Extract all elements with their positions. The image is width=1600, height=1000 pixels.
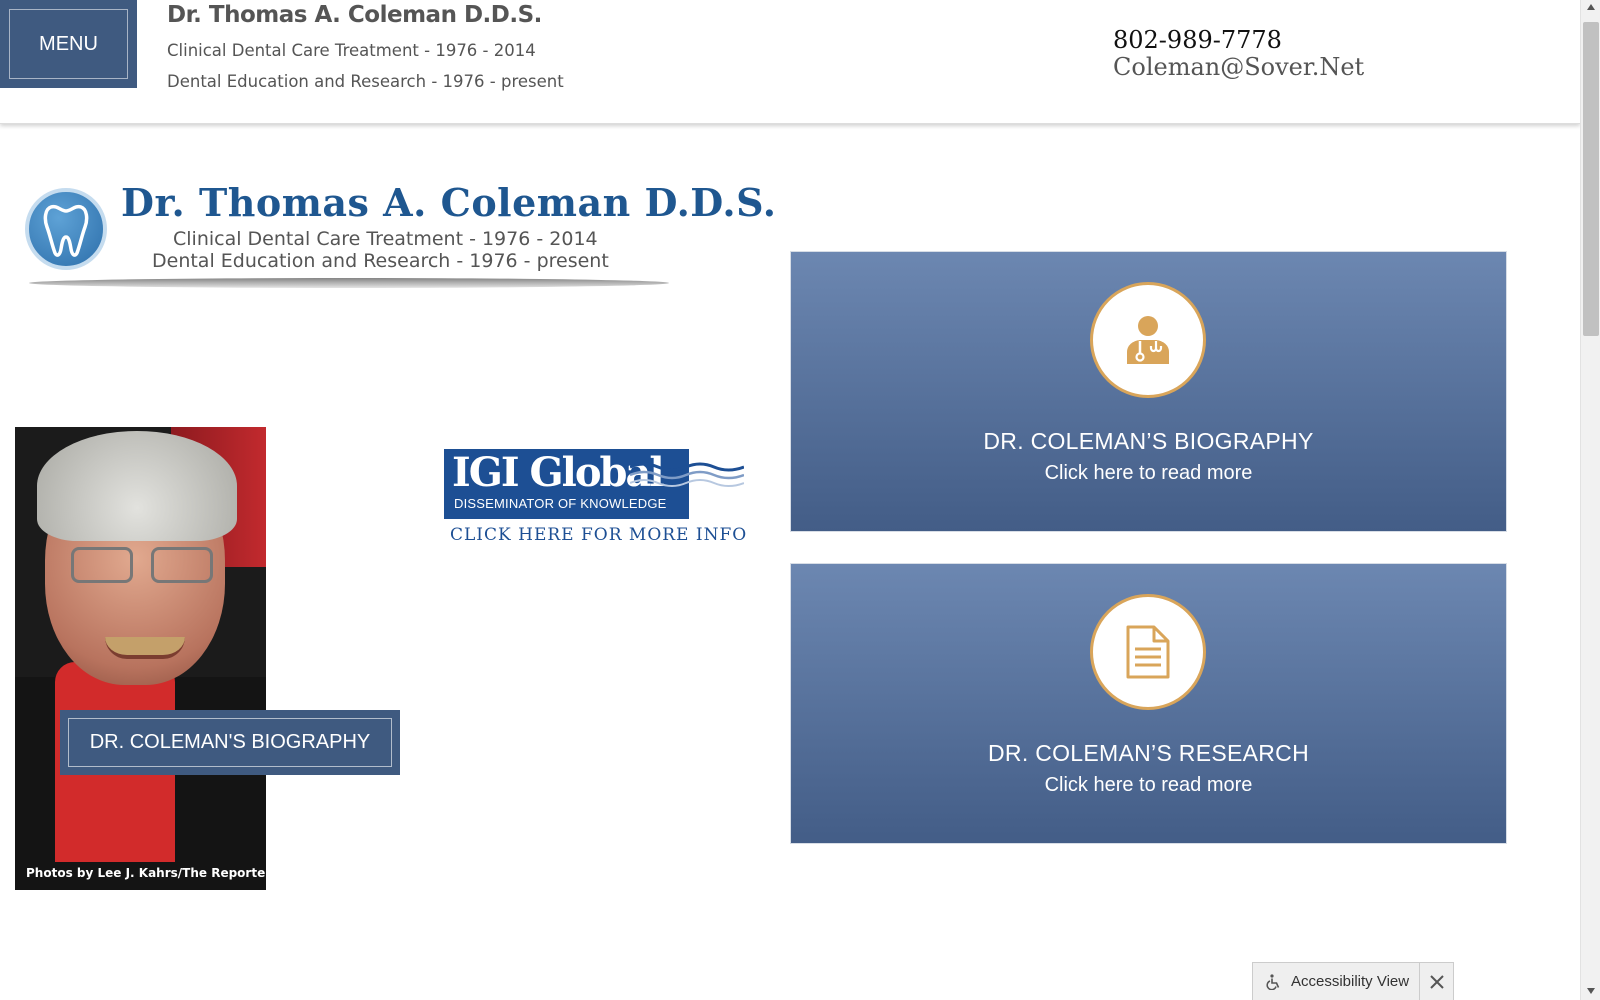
- wheelchair-icon: [1265, 973, 1283, 991]
- scroll-up-arrow-icon[interactable]: [1587, 4, 1595, 10]
- tooth-icon: [25, 188, 107, 270]
- portrait-photo: Photos by Lee J. Kahrs/The Reporter: [15, 427, 266, 890]
- igi-global-link[interactable]: IGI Global DISSEMINATOR OF KNOWLEDGE CLI…: [444, 449, 747, 549]
- biography-card-link: Click here to read more: [1044, 462, 1253, 484]
- site-subtitle-education: Dental Education and Research - 1976 - p…: [167, 72, 564, 91]
- menu-button-label: MENU: [9, 9, 128, 79]
- logo-subtitle-education: Dental Education and Research - 1976 - p…: [152, 250, 609, 272]
- biography-button-label: DR. COLEMAN'S BIOGRAPHY: [68, 718, 392, 767]
- page-scrollbar[interactable]: [1580, 0, 1600, 1000]
- research-card-link: Click here to read more: [1044, 774, 1253, 796]
- close-icon[interactable]: [1419, 963, 1453, 1000]
- scroll-down-arrow-icon[interactable]: [1587, 988, 1595, 994]
- site-title[interactable]: Dr. Thomas A. Coleman D.D.S.: [167, 2, 542, 28]
- biography-card[interactable]: DR. COLEMAN’S BIOGRAPHY Click here to re…: [790, 251, 1507, 532]
- menu-button[interactable]: MENU: [0, 0, 137, 88]
- igi-global-tagline: DISSEMINATOR OF KNOWLEDGE: [454, 496, 667, 511]
- scrollbar-thumb[interactable]: [1583, 22, 1599, 336]
- research-card[interactable]: DR. COLEMAN’S RESEARCH Click here to rea…: [790, 563, 1507, 844]
- photo-credit: Photos by Lee J. Kahrs/The Reporter: [26, 866, 266, 880]
- phone-link[interactable]: 802-989-7778: [1113, 26, 1282, 54]
- logo-subtitle-clinical: Clinical Dental Care Treatment - 1976 - …: [173, 228, 598, 250]
- igi-more-info-link[interactable]: CLICK HERE FOR MORE INFO: [450, 525, 747, 545]
- biography-button[interactable]: DR. COLEMAN'S BIOGRAPHY: [60, 710, 400, 775]
- accessibility-bar: Accessibility View: [1252, 962, 1454, 1000]
- accessibility-view-button[interactable]: Accessibility View: [1291, 973, 1409, 990]
- site-header: MENU Dr. Thomas A. Coleman D.D.S. Clinic…: [0, 0, 1580, 124]
- logo-banner: Dr. Thomas A. Coleman D.D.S. Clinical De…: [25, 180, 776, 298]
- logo-title: Dr. Thomas A. Coleman D.D.S.: [121, 180, 777, 225]
- document-icon: [1090, 594, 1206, 710]
- doctor-icon: [1090, 282, 1206, 398]
- site-subtitle-clinical: Clinical Dental Care Treatment - 1976 - …: [167, 41, 536, 60]
- logo-shadow-divider: [29, 278, 669, 288]
- waves-icon: [630, 462, 744, 487]
- research-card-title: DR. COLEMAN’S RESEARCH: [988, 740, 1309, 766]
- biography-card-title: DR. COLEMAN’S BIOGRAPHY: [983, 428, 1314, 454]
- email-link[interactable]: Coleman@Sover.Net: [1113, 53, 1364, 81]
